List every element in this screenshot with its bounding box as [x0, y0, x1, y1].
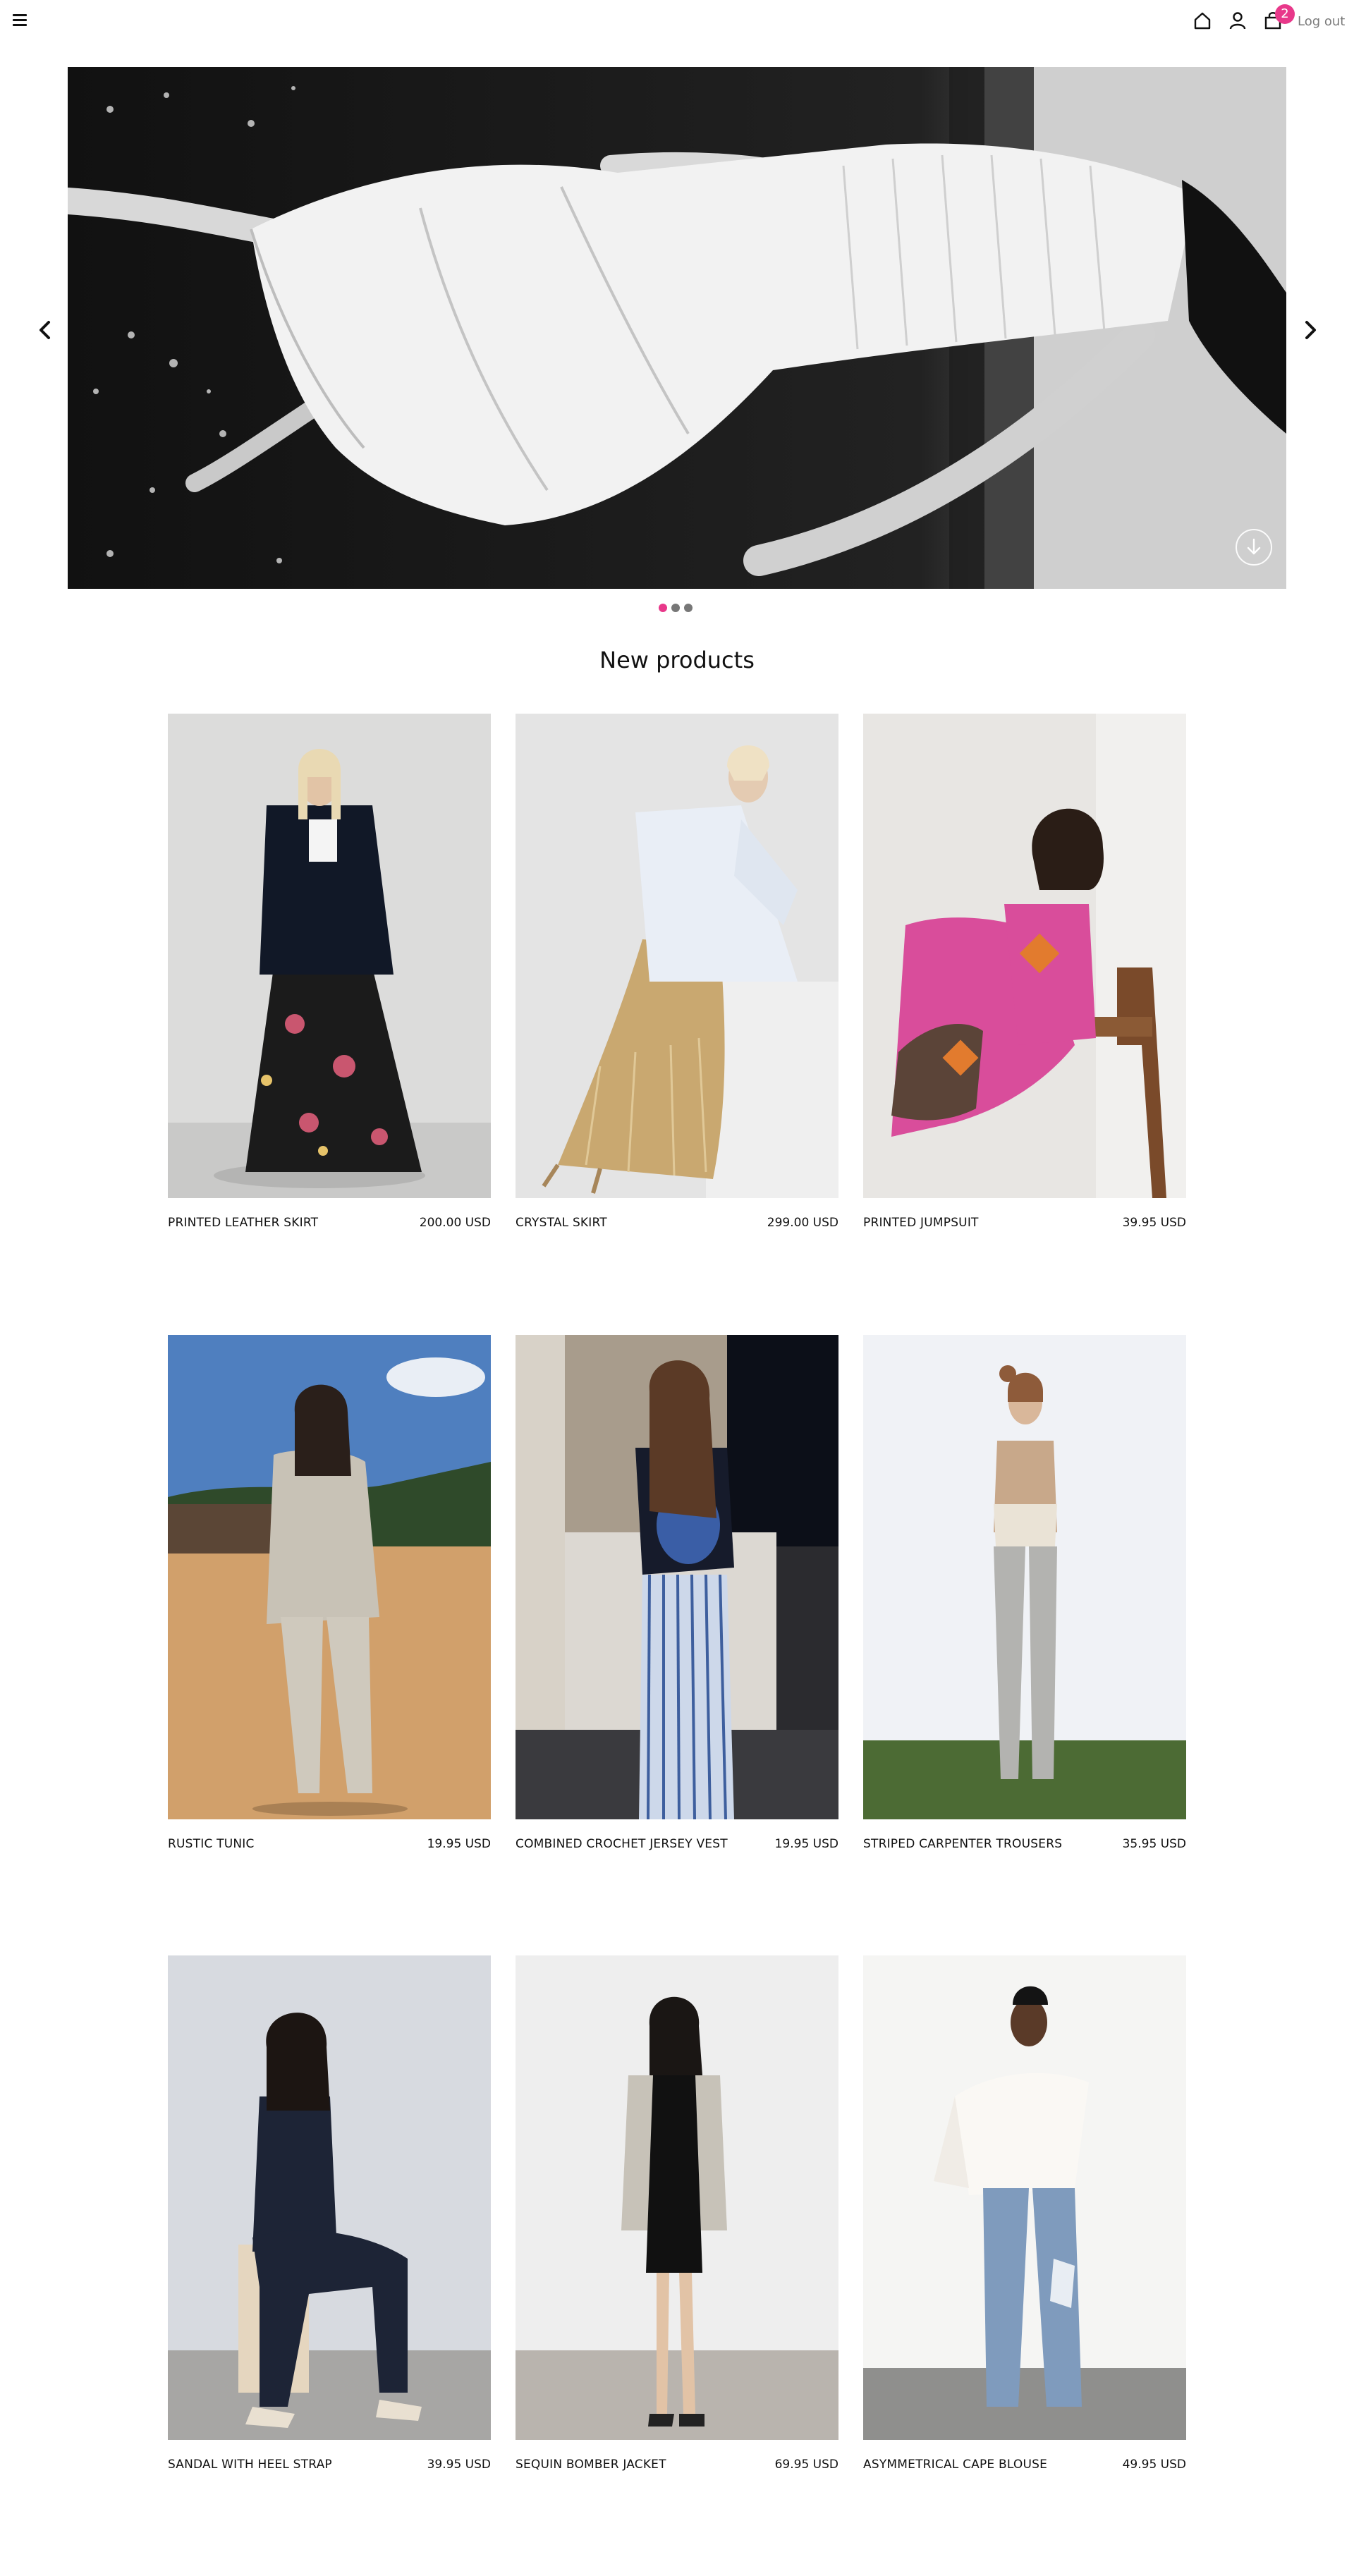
product-card[interactable]: COMBINED CROCHET JERSEY VEST 19.95 USD	[516, 1335, 838, 1851]
product-name[interactable]: CRYSTAL SKIRT	[516, 1216, 607, 1230]
product-image[interactable]	[168, 1955, 491, 2440]
carousel-dot-1[interactable]	[659, 604, 667, 612]
product-name[interactable]: PRINTED JUMPSUIT	[863, 1216, 979, 1230]
product-price: 49.95 USD	[1122, 2458, 1186, 2472]
product-price: 299.00 USD	[767, 1216, 838, 1230]
product-name[interactable]: COMBINED CROCHET JERSEY VEST	[516, 1837, 728, 1851]
user-icon[interactable]	[1227, 10, 1248, 31]
cart-count-badge: 2	[1275, 4, 1295, 24]
hero-banner-image	[68, 67, 1286, 589]
chevron-right-icon[interactable]	[1298, 317, 1323, 343]
product-image[interactable]	[516, 1955, 838, 2440]
product-image[interactable]	[516, 714, 838, 1198]
product-card[interactable]: STRIPED CARPENTER TROUSERS 35.95 USD	[863, 1335, 1186, 1851]
product-card[interactable]: ASYMMETRICAL CAPE BLOUSE 49.95 USD	[863, 1955, 1186, 2472]
product-price: 69.95 USD	[774, 2458, 838, 2472]
home-icon[interactable]	[1192, 10, 1213, 31]
product-card[interactable]: PRINTED JUMPSUIT 39.95 USD	[863, 714, 1186, 1230]
product-image[interactable]	[863, 1335, 1186, 1819]
product-price: 200.00 USD	[419, 1216, 491, 1230]
product-card[interactable]: PRINTED LEATHER SKIRT 200.00 USD	[168, 714, 491, 1230]
product-price: 39.95 USD	[1122, 1216, 1186, 1230]
product-name[interactable]: PRINTED LEATHER SKIRT	[168, 1216, 318, 1230]
arrow-down-circle-icon[interactable]	[1236, 529, 1272, 566]
product-card[interactable]: RUSTIC TUNIC 19.95 USD	[168, 1335, 491, 1851]
product-price: 35.95 USD	[1122, 1837, 1186, 1851]
product-image[interactable]	[516, 1335, 838, 1819]
logout-link[interactable]: Log out	[1298, 14, 1345, 29]
product-name[interactable]: STRIPED CARPENTER TROUSERS	[863, 1837, 1062, 1851]
site-header: 2 Log out	[0, 0, 1354, 42]
hamburger-menu-icon[interactable]	[11, 13, 28, 27]
product-card[interactable]: SANDAL WITH HEEL STRAP 39.95 USD	[168, 1955, 491, 2472]
product-image[interactable]	[168, 1335, 491, 1819]
product-name[interactable]: SEQUIN BOMBER JACKET	[516, 2458, 666, 2472]
product-image[interactable]	[863, 714, 1186, 1198]
product-name[interactable]: SANDAL WITH HEEL STRAP	[168, 2458, 332, 2472]
product-name[interactable]: RUSTIC TUNIC	[168, 1837, 255, 1851]
carousel-dot-3[interactable]	[684, 604, 693, 612]
product-price: 19.95 USD	[774, 1837, 838, 1851]
chevron-left-icon[interactable]	[32, 317, 58, 343]
section-title: New products	[599, 647, 755, 673]
product-image[interactable]	[863, 1955, 1186, 2440]
product-image[interactable]	[168, 714, 491, 1198]
product-name[interactable]: ASYMMETRICAL CAPE BLOUSE	[863, 2458, 1047, 2472]
carousel-dot-2[interactable]	[671, 604, 680, 612]
product-card[interactable]: CRYSTAL SKIRT 299.00 USD	[516, 714, 838, 1230]
product-price: 39.95 USD	[427, 2458, 491, 2472]
product-card[interactable]: SEQUIN BOMBER JACKET 69.95 USD	[516, 1955, 838, 2472]
product-price: 19.95 USD	[427, 1837, 491, 1851]
